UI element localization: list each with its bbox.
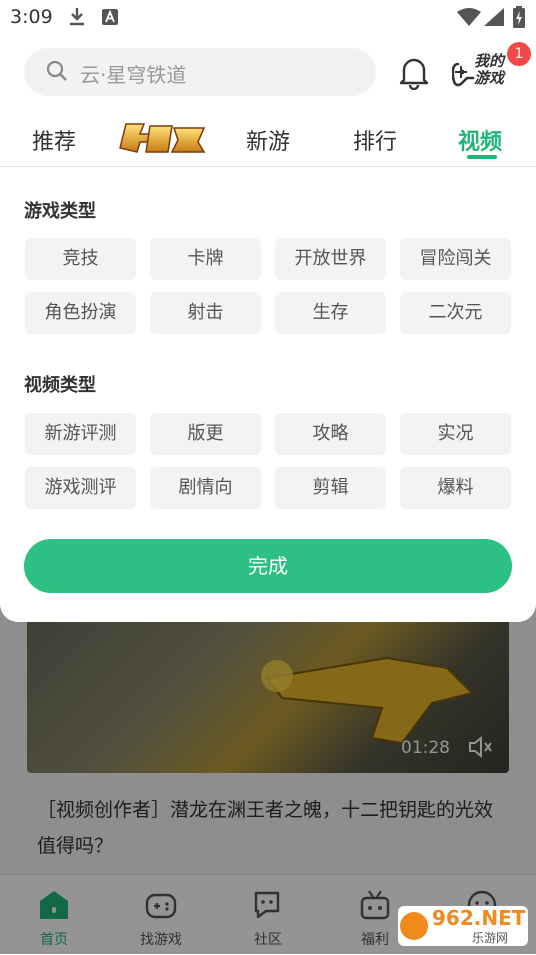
tab-ranking[interactable]: 排行 <box>353 124 397 156</box>
signal-icon <box>484 8 504 30</box>
active-tab-indicator <box>467 155 497 159</box>
chip-video-type[interactable]: 新游评测 <box>25 413 136 455</box>
top-tabs: 推荐 新游 排行 视频 <box>0 112 536 166</box>
chip-video-type[interactable]: 游戏测评 <box>25 467 136 509</box>
dim-overlay[interactable] <box>0 600 536 954</box>
download-icon <box>68 7 86 31</box>
chip-game-type[interactable]: 角色扮演 <box>25 292 136 334</box>
notification-badge: 1 <box>507 42 531 66</box>
filter-panel: 游戏类型 竞技 卡牌 开放世界 冒险闯关 角色扮演 射击 生存 二次元 视频类型… <box>0 167 536 622</box>
notification-bell-icon[interactable] <box>396 54 432 94</box>
status-bar: 3:09 <box>0 0 536 36</box>
chip-video-type[interactable]: 实况 <box>400 413 511 455</box>
chip-game-type[interactable]: 射击 <box>150 292 261 334</box>
status-time: 3:09 <box>10 6 53 28</box>
tab-new-games[interactable]: 新游 <box>246 124 290 156</box>
chip-video-type[interactable]: 攻略 <box>275 413 386 455</box>
chip-video-type[interactable]: 版更 <box>150 413 261 455</box>
chip-video-type[interactable]: 剪辑 <box>275 467 386 509</box>
tab-video[interactable]: 视频 <box>458 124 502 156</box>
wifi-icon <box>457 8 481 30</box>
search-bar[interactable]: 云·星穹铁道 <box>24 48 376 96</box>
event-logo-tab[interactable] <box>116 118 208 158</box>
battery-icon <box>513 6 525 32</box>
game-type-title: 游戏类型 <box>24 201 96 222</box>
chip-game-type[interactable]: 二次元 <box>400 292 511 334</box>
search-placeholder: 云·星穹铁道 <box>80 63 187 87</box>
watermark-text: 962.NET <box>432 906 526 930</box>
video-type-title: 视频类型 <box>24 375 96 396</box>
chip-game-type[interactable]: 开放世界 <box>275 238 386 280</box>
watermark-subtext: 乐游网 <box>472 931 509 945</box>
search-icon <box>46 60 68 86</box>
app-notification-icon <box>102 9 118 29</box>
watermark-logo: 962.NET 乐游网 <box>396 902 530 950</box>
chip-game-type[interactable]: 卡牌 <box>150 238 261 280</box>
chip-video-type[interactable]: 剧情向 <box>150 467 261 509</box>
done-button[interactable]: 完成 <box>24 539 512 593</box>
chip-video-type[interactable]: 爆料 <box>400 467 511 509</box>
tab-recommend[interactable]: 推荐 <box>32 124 76 156</box>
chip-game-type[interactable]: 冒险闯关 <box>400 238 511 280</box>
chip-game-type[interactable]: 生存 <box>275 292 386 334</box>
chip-game-type[interactable]: 竞技 <box>25 238 136 280</box>
